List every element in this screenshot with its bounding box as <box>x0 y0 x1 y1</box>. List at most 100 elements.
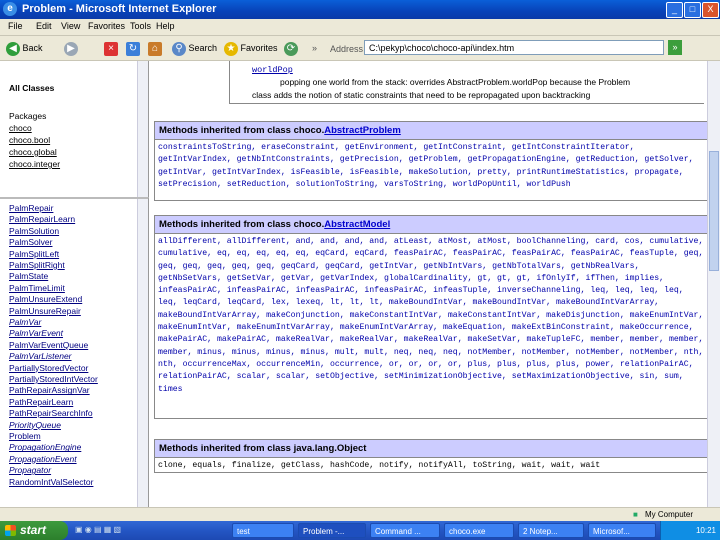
menu-view[interactable]: View <box>61 21 80 31</box>
class-link[interactable]: RandomIntValSelector <box>9 477 93 487</box>
section-header-prefix: Methods inherited from class choco. <box>159 219 325 230</box>
method-detail: worldPop popping one world from the stac… <box>149 61 704 104</box>
stop-icon: × <box>104 41 118 56</box>
inherited-method-list[interactable]: clone, equals, finalize, getClass, hashC… <box>155 458 707 474</box>
class-frame-scrollbar[interactable] <box>137 199 148 509</box>
zone-label: My Computer <box>645 510 694 519</box>
search-icon: ⚲ <box>172 41 186 56</box>
package-link[interactable]: choco.integer <box>9 159 60 169</box>
class-link[interactable]: Propagator <box>9 465 51 475</box>
taskbar-button[interactable]: Problem -... <box>298 523 366 538</box>
start-label: start <box>20 523 47 537</box>
class-link[interactable]: PalmSolver <box>9 237 52 247</box>
package-link[interactable]: choco.bool <box>9 135 50 145</box>
taskbar-button[interactable]: 2 Notep... <box>518 523 584 538</box>
menu-tools[interactable]: Tools <box>130 21 151 31</box>
clock: 10:21 <box>695 526 716 535</box>
menu-edit[interactable]: Edit <box>36 21 52 31</box>
taskbar: start ▣ ◉ ▤ ▦ ▧ test Problem -... Comman… <box>0 521 720 540</box>
back-arrow-icon: ◀ <box>6 41 20 56</box>
class-link[interactable]: PropagationEvent <box>9 454 77 464</box>
class-link[interactable]: PartiallyStoredVector <box>9 363 88 373</box>
inherited-methods-abstractmodel: Methods inherited from class choco.Abstr… <box>154 215 708 419</box>
method-description-line2: class adds the notion of static constrai… <box>252 90 591 100</box>
address-label: Address <box>330 44 364 54</box>
class-detail-frame: worldPop popping one world from the stac… <box>149 61 720 507</box>
class-link[interactable]: PalmSplitLeft <box>9 249 59 259</box>
start-button[interactable]: start <box>0 521 68 540</box>
history-button[interactable]: ⟳ <box>284 39 298 57</box>
class-link[interactable]: PalmRepair <box>9 203 53 213</box>
package-link[interactable]: choco.global <box>9 147 57 157</box>
menu-favorites[interactable]: Favorites <box>88 21 125 31</box>
class-link[interactable]: PalmUnsureRepair <box>9 306 81 316</box>
taskbar-button[interactable]: test <box>232 523 294 538</box>
forward-arrow-icon: ▶ <box>64 41 78 56</box>
package-frame-scrollbar[interactable] <box>137 61 148 197</box>
stop-button[interactable]: × <box>104 39 118 57</box>
class-link[interactable]: Problem <box>9 431 41 441</box>
internet-explorer-icon: e <box>3 2 17 16</box>
title-bar: e Problem - Microsoft Internet Explorer … <box>0 0 720 19</box>
all-classes-link[interactable]: All Classes <box>9 83 54 93</box>
toolbar-overflow-chevron[interactable]: » <box>312 39 317 57</box>
inherited-methods-object: Methods inherited from class java.lang.O… <box>154 439 708 473</box>
menu-file[interactable]: File <box>8 21 23 31</box>
quick-launch-bar[interactable]: ▣ ◉ ▤ ▦ ▧ <box>75 525 155 536</box>
history-icon: ⟳ <box>284 41 298 56</box>
back-label: Back <box>22 43 43 53</box>
class-link[interactable]: PathRepairAssignVar <box>9 385 90 395</box>
method-description-line1: popping one world from the stack: overri… <box>280 77 631 87</box>
abstractproblem-link[interactable]: AbstractProblem <box>324 125 401 136</box>
search-button[interactable]: ⚲ Search <box>172 39 217 57</box>
forward-button[interactable]: ▶ <box>64 39 78 57</box>
class-link[interactable]: PriorityQueue <box>9 420 61 430</box>
class-link[interactable]: PalmVarEventQueue <box>9 340 88 350</box>
abstractmodel-link[interactable]: AbstractModel <box>324 219 390 230</box>
menu-help[interactable]: Help <box>156 21 175 31</box>
taskbar-button[interactable]: Microsof... <box>588 523 656 538</box>
go-button[interactable]: » <box>668 40 682 55</box>
window-title: Problem - Microsoft Internet Explorer <box>22 3 217 15</box>
class-list-frame: PalmRepair PalmRepairLearn PalmSolution Pal… <box>0 197 149 509</box>
class-link[interactable]: PartiallyStoredIntVector <box>9 374 98 384</box>
package-link[interactable]: choco <box>9 123 32 133</box>
toolbar: ◀ Back ▶ × ↻ ⌂ ⚲ Search ★ Favorites ⟳ » … <box>0 36 720 61</box>
class-link[interactable]: PalmVarListener <box>9 351 72 361</box>
class-link[interactable]: PalmSplitRight <box>9 260 65 270</box>
home-icon: ⌂ <box>148 41 162 56</box>
class-link[interactable]: PathRepairSearchInfo <box>9 408 93 418</box>
status-bar: ■ My Computer <box>0 507 720 522</box>
class-link[interactable]: PathRepairLearn <box>9 397 73 407</box>
favorites-button[interactable]: ★ Favorites <box>224 39 278 57</box>
class-link[interactable]: PalmState <box>9 271 48 281</box>
class-link[interactable]: PalmUnsureExtend <box>9 294 82 304</box>
packages-heading: Packages <box>9 111 47 121</box>
search-label: Search <box>188 43 218 53</box>
taskbar-button[interactable]: choco.exe <box>444 523 514 538</box>
section-header-prefix: Methods inherited from class choco. <box>159 125 325 136</box>
system-tray: 10:21 <box>660 521 720 540</box>
back-button[interactable]: ◀ Back <box>6 39 43 57</box>
windows-logo-icon <box>5 525 16 536</box>
class-link[interactable]: PalmRepairLearn <box>9 214 75 224</box>
scrollbar-thumb[interactable] <box>709 151 719 271</box>
inherited-method-list[interactable]: constraintsToString, eraseConstraint, ge… <box>155 140 707 193</box>
home-button[interactable]: ⌂ <box>148 39 162 57</box>
minimize-button[interactable]: _ <box>666 2 683 18</box>
method-name-link[interactable]: worldPop <box>252 65 293 75</box>
main-scrollbar[interactable] <box>707 61 720 507</box>
class-link[interactable]: PalmVar <box>9 317 41 327</box>
class-link[interactable]: PalmSolution <box>9 226 59 236</box>
section-header: Methods inherited from class java.lang.O… <box>155 440 707 458</box>
close-button[interactable]: X <box>702 2 719 18</box>
taskbar-button[interactable]: Command ... <box>370 523 440 538</box>
class-link[interactable]: PalmTimeLimit <box>9 283 65 293</box>
class-link[interactable]: PropagationEngine <box>9 442 81 452</box>
class-link[interactable]: PalmVarEvent <box>9 328 63 338</box>
address-field[interactable]: C:\pekyp\choco\choco-api\index.htm <box>364 40 664 55</box>
maximize-button[interactable]: □ <box>684 2 701 18</box>
inherited-method-list[interactable]: allDifferent, allDifferent, and, and, an… <box>155 234 707 398</box>
refresh-button[interactable]: ↻ <box>126 39 140 57</box>
favorites-star-icon: ★ <box>224 41 238 56</box>
